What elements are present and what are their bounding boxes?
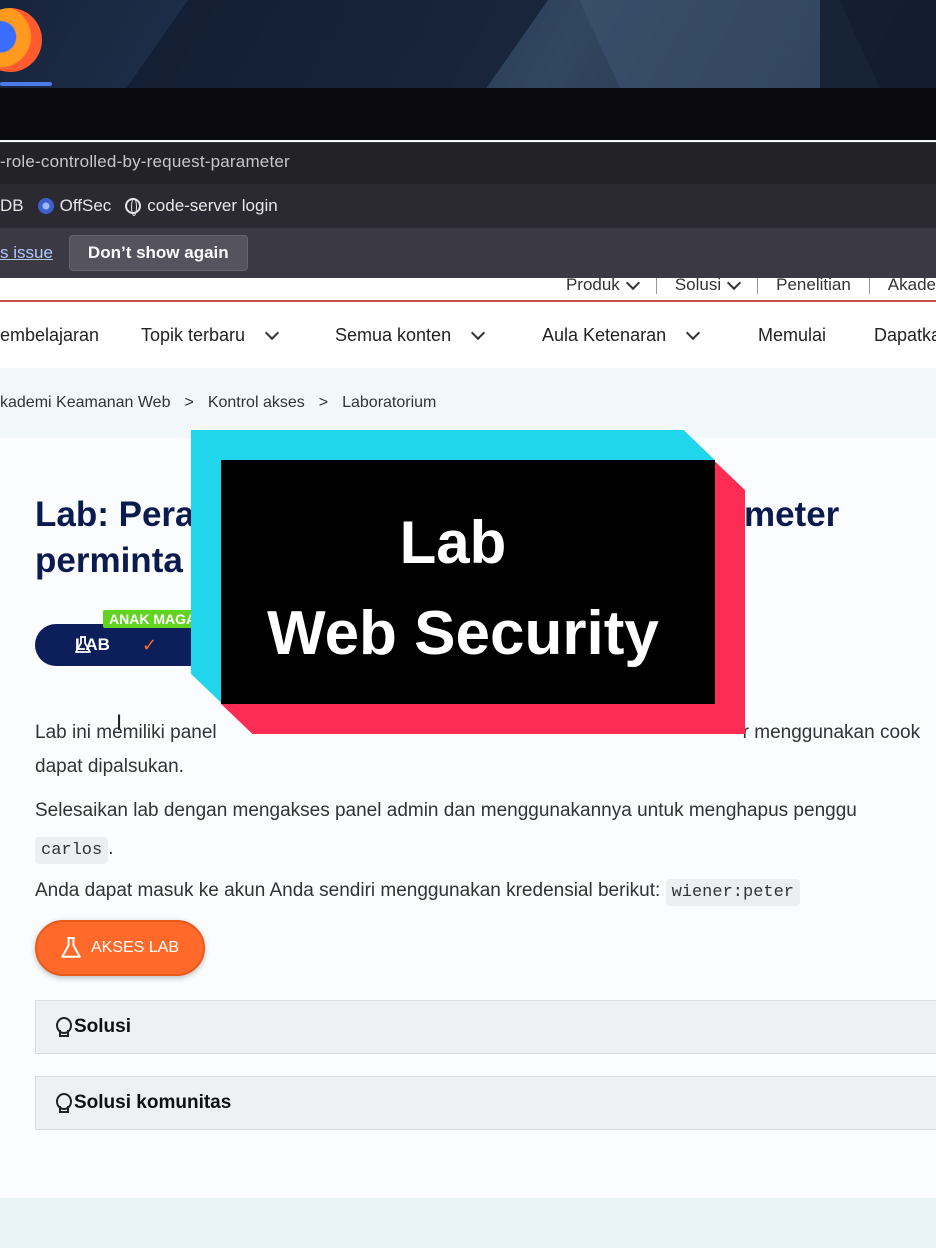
- bookmark-db[interactable]: DB: [0, 196, 24, 216]
- main-nav: embelajaran Topik terbaru Semua konten A…: [0, 302, 936, 368]
- nav-semua-konten[interactable]: Semua konten: [335, 324, 486, 346]
- bookmark-code-server[interactable]: code-server login: [125, 196, 278, 216]
- topnav-label: Penelitian: [776, 278, 851, 294]
- topnav-produk[interactable]: Produk: [565, 278, 640, 295]
- browser-tab-bar: [0, 88, 936, 140]
- top-nav: Produk Solusi Penelitian Akade: [0, 278, 936, 302]
- accordion-label: Solusi komunitas: [74, 1092, 232, 1113]
- report-issue-link[interactable]: s issue: [0, 243, 53, 263]
- access-lab-label: AKSES LAB: [90, 939, 180, 956]
- lightbulb-icon: [54, 1017, 72, 1037]
- breadcrumb: kademi Keamanan Web > Kontrol akses > La…: [0, 394, 436, 412]
- description-line: dapat dipalsukan.: [35, 756, 184, 777]
- desktop-wallpaper: [0, 0, 936, 92]
- desc-text: .: [108, 838, 114, 859]
- footer-band: [0, 1198, 936, 1248]
- bookmark-label: DB: [0, 196, 24, 215]
- dont-show-again-button[interactable]: Don’t show again: [68, 235, 248, 271]
- desc-text: r menggunakan cook: [742, 722, 921, 743]
- lightbulb-icon: [54, 1093, 72, 1113]
- overlay-title-line1: Lab: [399, 509, 507, 576]
- topnav-label: Solusi: [674, 278, 722, 294]
- topnav-label: Akade: [887, 278, 936, 294]
- taskbar-active-indicator: [0, 82, 52, 86]
- offsec-icon: [37, 198, 54, 214]
- breadcrumb-item[interactable]: Kontrol akses: [208, 394, 305, 412]
- bookmarks-toolbar: DB OffSec code-server login: [0, 184, 936, 228]
- chevron-down-icon: [625, 278, 640, 290]
- notification-bar: s issue Don’t show again: [0, 228, 936, 278]
- solution-accordion[interactable]: Solusi: [35, 1000, 936, 1054]
- chevron-down-icon: [264, 325, 280, 340]
- desc-text: Anda dapat masuk ke akun Anda sendiri me…: [35, 880, 661, 901]
- topnav-solusi[interactable]: Solusi: [674, 278, 742, 295]
- nav-memulai[interactable]: Memulai: [758, 325, 826, 346]
- title-fragment: perminta: [35, 541, 183, 580]
- firefox-icon[interactable]: [0, 8, 42, 72]
- breadcrumb-separator: >: [184, 394, 194, 411]
- bookmark-offsec[interactable]: OffSec: [37, 196, 112, 216]
- web-page: Produk Solusi Penelitian Akade embelajar…: [0, 278, 936, 1248]
- overlay-title-line2: Web Security: [267, 599, 659, 668]
- chevron-down-icon: [727, 278, 742, 290]
- accordion-label: Solusi: [74, 1016, 132, 1037]
- text-cursor-icon: I: [116, 710, 123, 735]
- divider: [757, 278, 759, 294]
- bookmark-label: OffSec: [59, 196, 112, 215]
- divider: [655, 278, 657, 294]
- nav-label: Memulai: [758, 324, 827, 345]
- breadcrumb-item[interactable]: kademi Keamanan Web: [0, 394, 170, 412]
- description-line: Anda dapat masuk ke akun Anda sendiri me…: [35, 874, 800, 910]
- nav-aula-ketenaran[interactable]: Aula Ketenaran: [542, 324, 701, 346]
- nav-dapatkan[interactable]: Dapatka: [874, 325, 936, 346]
- flask-icon: [61, 937, 81, 958]
- code-username: carlos: [35, 837, 109, 864]
- topnav-akademi[interactable]: Akade: [888, 278, 936, 295]
- check-icon: ✓: [141, 634, 158, 655]
- code-credentials: wiener:peter: [665, 879, 800, 906]
- nav-label: embelajaran: [0, 324, 100, 345]
- access-lab-button[interactable]: AKSES LAB: [35, 920, 205, 976]
- desc-text: Lab ini memiliki panel: [35, 722, 217, 743]
- lab-level-badge: LAB ✓: [35, 624, 215, 666]
- url-text[interactable]: -role-controlled-by-request-parameter: [0, 152, 290, 172]
- chevron-down-icon: [471, 325, 486, 340]
- level-tag: ANAK MAGANG: [103, 610, 193, 628]
- nav-label: Dapatka: [874, 324, 936, 345]
- topnav-label: Produk: [565, 278, 620, 294]
- bookmark-label: code-server login: [147, 196, 278, 215]
- topnav-penelitian[interactable]: Penelitian: [776, 278, 851, 295]
- breadcrumb-separator: >: [318, 394, 329, 411]
- nav-topik-terbaru[interactable]: Topik terbaru: [141, 324, 280, 346]
- community-solution-accordion[interactable]: Solusi komunitas: [35, 1076, 936, 1130]
- globe-icon: [125, 198, 142, 216]
- wallpaper-shape: [820, 0, 936, 92]
- description-line: carlos.: [35, 832, 114, 868]
- description-line: Selesaikan lab dengan mengakses panel ad…: [35, 800, 857, 821]
- divider: [868, 278, 870, 294]
- nav-label: Aula Ketenaran: [542, 324, 667, 345]
- title-fragment: Lab: Pera: [35, 495, 195, 534]
- nav-pembelajaran[interactable]: embelajaran: [0, 325, 99, 346]
- wallpaper-shape: [110, 0, 570, 92]
- nav-label: Topik terbaru: [141, 324, 246, 345]
- flask-icon: [75, 636, 91, 653]
- breadcrumb-item[interactable]: Laboratorium: [342, 394, 436, 412]
- chevron-down-icon: [686, 325, 701, 340]
- nav-label: Semua konten: [335, 324, 452, 345]
